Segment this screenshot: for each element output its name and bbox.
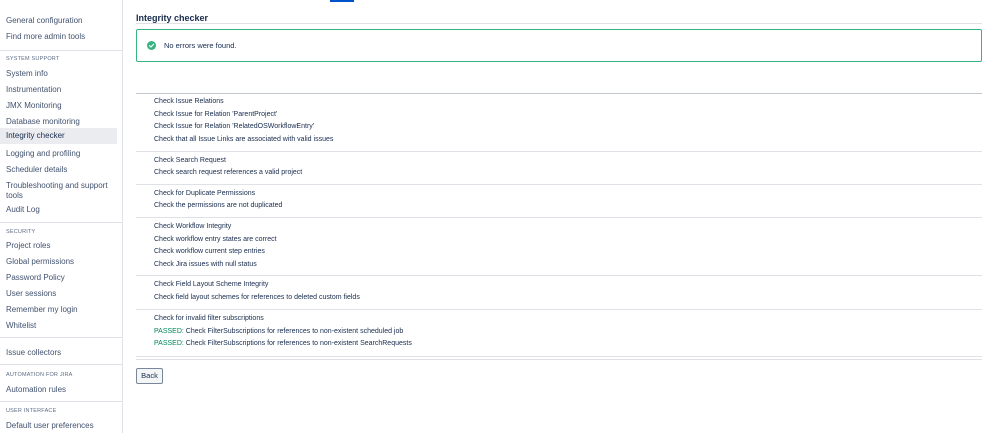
success-message: No errors were found. [136,29,982,62]
sidebar-item-default-user-preferences[interactable]: Default user preferences [0,421,117,431]
sidebar-item-troubleshooting-and-support-tools[interactable]: Troubleshooting and support tools [0,181,110,201]
check-item: Check for invalid filter subscriptions [154,315,264,322]
check-item-passed: PASSED: Check FilterSubscriptions for re… [154,340,412,347]
check-item-passed: PASSED: Check FilterSubscriptions for re… [154,328,403,335]
sidebar-item-remember-my-login[interactable]: Remember my login [0,305,117,315]
sidebar-item-database-monitoring[interactable]: Database monitoring [0,117,117,127]
title-divider [136,23,982,24]
check-circle-icon [147,41,156,50]
sidebar-item-issue-collectors[interactable]: Issue collectors [0,348,117,358]
sidebar-divider [0,222,122,223]
bottom-divider [136,359,982,360]
check-item: Check the permissions are not duplicated [154,202,283,209]
check-item: Check Workflow Integrity [154,223,232,230]
check-item: Check workflow current step entries [154,248,265,255]
sidebar-item-jmx-monitoring[interactable]: JMX Monitoring [0,101,117,111]
check-item: Check Issue for Relation 'RelatedOSWorkf… [154,123,315,130]
check-group-filter-subscriptions: Check for invalid filter subscriptions P… [136,310,982,357]
sidebar-heading-system-support: SYSTEM SUPPORT [6,56,60,62]
sidebar-item-general-configuration[interactable]: General configuration [0,16,117,26]
sidebar-item-logging-and-profiling[interactable]: Logging and profiling [0,149,117,159]
check-item-text: Check FilterSubscriptions for references… [183,340,412,347]
check-group-duplicate-permissions: Check for Duplicate Permissions Check th… [136,185,982,218]
check-item: Check field layout schemes for reference… [154,294,360,301]
sidebar-item-system-info[interactable]: System info [0,69,117,79]
check-item: Check Search Request [154,157,226,164]
check-item: Check that all Issue Links are associate… [154,136,334,143]
sidebar-divider [0,337,122,338]
sidebar-item-audit-log[interactable]: Audit Log [0,205,117,215]
check-item: Check search request references a valid … [154,169,303,176]
sidebar-item-scheduler-details[interactable]: Scheduler details [0,165,117,175]
sidebar-divider [0,401,122,402]
message-text: No errors were found. [164,41,237,50]
check-item: Check Field Layout Scheme Integrity [154,281,269,288]
sidebar-heading-automation: AUTOMATION FOR JIRA [6,372,73,378]
sidebar-item-global-permissions[interactable]: Global permissions [0,257,117,267]
sidebar-item-find-more-admin-tools[interactable]: Find more admin tools [0,32,117,42]
check-group-issue-relations: Check Issue Relations Check Issue for Re… [136,94,982,152]
passed-label: PASSED: [154,340,184,347]
sidebar-item-whitelist[interactable]: Whitelist [0,321,117,331]
sidebar-item-instrumentation[interactable]: Instrumentation [0,85,117,95]
check-item: Check Issue Relations [154,98,224,105]
check-item-text: Check FilterSubscriptions for references… [183,328,404,335]
check-item: Check Issue for Relation 'ParentProject' [154,111,278,118]
sidebar-item-project-roles[interactable]: Project roles [0,241,117,251]
sidebar-divider [0,364,122,365]
check-group-field-layout-scheme: Check Field Layout Scheme Integrity Chec… [136,276,982,310]
check-group-search-request: Check Search Request Check search reques… [136,152,982,185]
check-group-workflow-integrity: Check Workflow Integrity Check workflow … [136,218,982,276]
check-item: Check workflow entry states are correct [154,236,277,243]
main-content: Integrity checker No errors were found. … [123,0,998,433]
check-item: Check for Duplicate Permissions [154,190,256,197]
passed-label: PASSED: [154,328,184,335]
sidebar-item-automation-rules[interactable]: Automation rules [0,385,117,395]
sidebar-divider [0,50,122,51]
admin-sidebar: General configuration Find more admin to… [0,0,123,433]
back-button[interactable]: Back [136,368,163,384]
page-title: Integrity checker [136,13,209,23]
sidebar-item-password-policy[interactable]: Password Policy [0,273,117,283]
sidebar-heading-user-interface: USER INTERFACE [6,408,57,414]
sidebar-item-integrity-checker[interactable]: Integrity checker [0,128,117,144]
sidebar-heading-security: SECURITY [6,229,36,235]
sidebar-item-user-sessions[interactable]: User sessions [0,289,117,299]
check-item: Check Jira issues with null status [154,261,257,268]
